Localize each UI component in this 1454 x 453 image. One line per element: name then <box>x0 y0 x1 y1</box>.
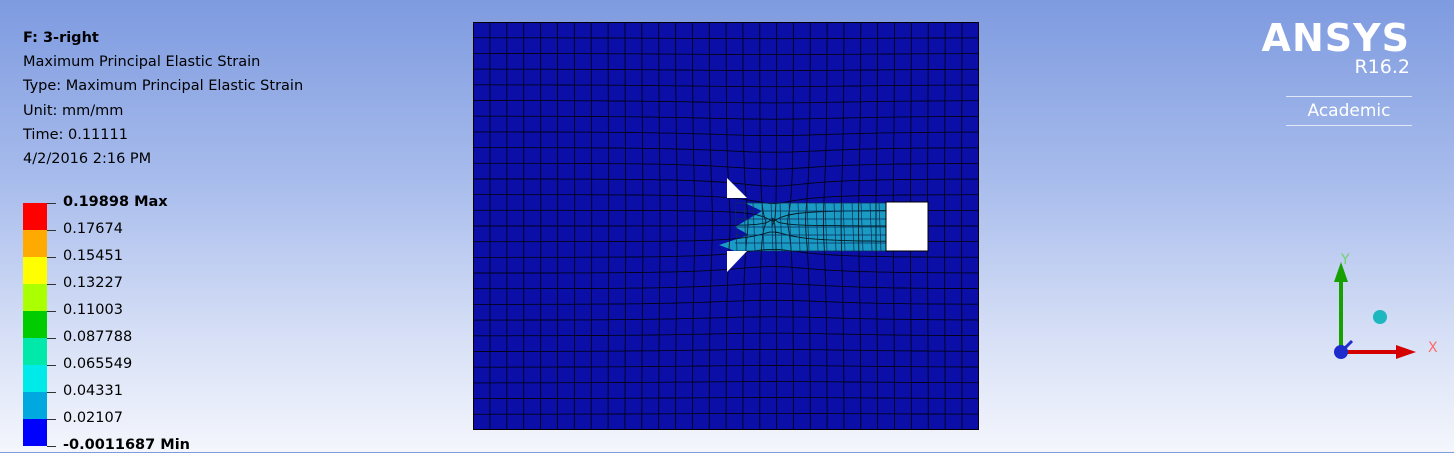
legend-tick <box>47 257 56 258</box>
legend-label: 0.11003 <box>63 302 123 318</box>
legend-tick <box>47 203 56 204</box>
result-type: Type: Maximum Principal Elastic Strain <box>23 78 304 95</box>
result-name: Maximum Principal Elastic Strain <box>23 54 261 71</box>
logo-version: R16.2 <box>1354 56 1410 78</box>
legend-swatch <box>23 257 47 284</box>
logo-edition: Academic <box>1286 96 1412 126</box>
legend-label: 0.087788 <box>63 329 133 345</box>
y-axis-label: Y <box>1340 252 1350 268</box>
legend-label: 0.02107 <box>63 410 123 426</box>
legend-swatch <box>23 203 47 230</box>
legend-swatch <box>23 311 47 338</box>
triad-origin-ball <box>1334 345 1348 359</box>
model-viewport[interactable] <box>473 22 979 430</box>
legend-tick <box>47 365 56 366</box>
slot-cutout <box>885 201 929 252</box>
legend-label: 0.065549 <box>63 356 133 372</box>
result-info-panel: F: 3-right Maximum Principal Elastic Str… <box>23 26 303 171</box>
legend-tick <box>47 311 56 312</box>
x-axis-arrowhead <box>1396 345 1416 359</box>
legend-swatch <box>23 230 47 257</box>
result-unit: Unit: mm/mm <box>23 102 124 119</box>
result-date: 4/2/2016 2:16 PM <box>23 151 152 168</box>
legend-label: 0.04331 <box>63 383 123 399</box>
legend-label: 0.13227 <box>63 275 123 291</box>
legend-tick <box>47 392 56 393</box>
legend-tick <box>47 446 56 447</box>
logo-name: ANSYS <box>1261 16 1410 60</box>
iso-view-ball[interactable] <box>1373 310 1387 324</box>
legend-label: 0.15451 <box>63 248 123 264</box>
legend-swatch <box>23 338 47 365</box>
axis-triad[interactable]: Y X <box>1320 240 1445 365</box>
legend-tick <box>47 230 56 231</box>
legend-tick <box>47 419 56 420</box>
legend-tick <box>47 284 56 285</box>
legend-label: 0.17674 <box>63 221 123 237</box>
result-title: F: 3-right <box>23 30 99 46</box>
legend-swatch <box>23 419 47 446</box>
result-time: Time: 0.11111 <box>23 126 128 143</box>
x-axis-label: X <box>1428 340 1438 356</box>
legend-swatch <box>23 284 47 311</box>
legend-min-label: -0.0011687 Min <box>63 437 191 453</box>
legend-tick <box>47 338 56 339</box>
legend-max-label: 0.19898 Max <box>63 194 168 210</box>
legend-swatch <box>23 365 47 392</box>
legend-swatch <box>23 392 47 419</box>
